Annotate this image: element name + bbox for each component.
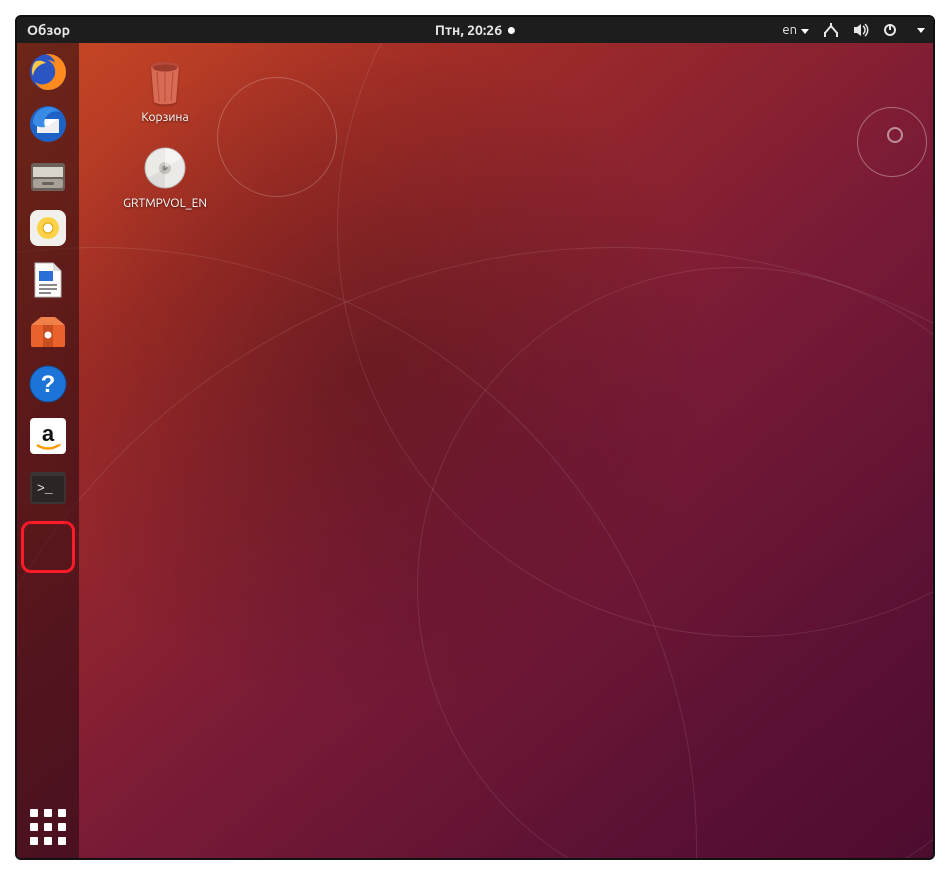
thunderbird-icon: [27, 103, 69, 145]
clock-label: Птн, 20:26: [435, 22, 502, 38]
svg-text:a: a: [42, 421, 55, 446]
volume-icon: [853, 23, 869, 37]
terminal-icon: >_: [27, 467, 69, 509]
ubuntu-software-icon: [27, 311, 69, 353]
dock-terminal[interactable]: >_: [25, 465, 71, 511]
clock[interactable]: Птн, 20:26: [435, 22, 515, 38]
desktop-disc[interactable]: GRTMPVOL_EN: [123, 143, 207, 211]
system-status-area[interactable]: en: [782, 23, 925, 37]
dock-files[interactable]: [25, 153, 71, 199]
libreoffice-writer-icon: [27, 259, 69, 301]
help-icon: ?: [27, 363, 69, 405]
dock-ubuntu-software[interactable]: [25, 309, 71, 355]
dock-help[interactable]: ?: [25, 361, 71, 407]
desktop-area[interactable]: Корзина GRTMPVOL_EN: [79, 43, 933, 858]
trash-icon: [140, 57, 190, 107]
network-icon: [823, 23, 839, 37]
notification-dot-icon: [508, 27, 515, 34]
svg-text:?: ?: [41, 371, 56, 398]
rhythmbox-icon: [27, 207, 69, 249]
svg-text:>_: >_: [37, 481, 53, 496]
show-applications-button[interactable]: [25, 804, 71, 850]
power-icon: [883, 23, 899, 37]
desktop-disc-label: GRTMPVOL_EN: [123, 197, 207, 211]
amazon-icon: a: [27, 415, 69, 457]
dock-firefox[interactable]: [25, 49, 71, 95]
input-language-indicator[interactable]: en: [782, 23, 809, 37]
dock-amazon[interactable]: a: [25, 413, 71, 459]
files-icon: [27, 155, 69, 197]
desktop-screen: Обзор Птн, 20:26 en: [15, 15, 935, 860]
desktop-trash-label: Корзина: [123, 111, 207, 125]
launcher-dock: ? a >_: [17, 43, 79, 858]
dock-rhythmbox[interactable]: [25, 205, 71, 251]
firefox-icon: [27, 51, 69, 93]
dock-writer[interactable]: [25, 257, 71, 303]
dock-thunderbird[interactable]: [25, 101, 71, 147]
activities-button[interactable]: Обзор: [27, 22, 70, 38]
chevron-down-icon: [917, 28, 925, 33]
disc-icon: [140, 143, 190, 193]
top-panel: Обзор Птн, 20:26 en: [17, 17, 933, 43]
desktop-trash[interactable]: Корзина: [123, 57, 207, 125]
